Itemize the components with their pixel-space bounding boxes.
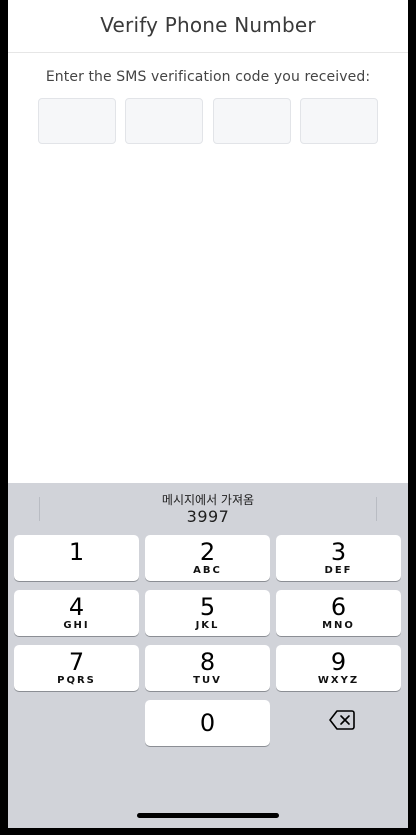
key-7-letters: PQRS <box>57 675 96 686</box>
key-3[interactable]: 3 DEF <box>276 535 401 581</box>
key-8-number: 8 <box>199 648 216 676</box>
key-9-number: 9 <box>330 648 347 676</box>
key-3-number: 3 <box>330 538 347 566</box>
suggestion-source-label: 메시지에서 가져옴 <box>161 493 255 507</box>
key-3-letters: DEF <box>324 565 353 576</box>
home-indicator[interactable] <box>137 813 279 818</box>
verify-phone-screen: Verify Phone Number Enter the SMS verifi… <box>8 0 408 828</box>
key-4[interactable]: 4 GHI <box>14 590 139 636</box>
backspace-icon[interactable] <box>329 710 355 730</box>
key-5-letters: JKL <box>195 620 220 631</box>
key-5[interactable]: 5 JKL <box>145 590 270 636</box>
key-6[interactable]: 6 MNO <box>276 590 401 636</box>
key-5-number: 5 <box>199 593 216 621</box>
key-2-letters: ABC <box>193 565 222 576</box>
key-6-letters: MNO <box>322 620 355 631</box>
key-1-number: 1 <box>68 538 85 566</box>
key-0[interactable]: 0 <box>145 700 270 746</box>
instruction-text: Enter the SMS verification code you rece… <box>45 69 371 85</box>
key-7-number: 7 <box>68 648 85 676</box>
key-8[interactable]: 8 TUV <box>145 645 270 691</box>
numeric-keyboard: 메시지에서 가져옴 3997 1 2 ABC 3 DEF 4 GHI 5 JKL… <box>8 483 408 828</box>
suggestion-divider-right <box>376 497 377 521</box>
key-8-letters: TUV <box>193 675 222 686</box>
key-9[interactable]: 9 WXYZ <box>276 645 401 691</box>
nav-header: Verify Phone Number <box>8 0 408 53</box>
page-title: Verify Phone Number <box>100 13 316 37</box>
key-6-number: 6 <box>330 593 347 621</box>
key-1[interactable]: 1 <box>14 535 139 581</box>
code-input-row <box>38 98 378 144</box>
key-0-number: 0 <box>199 709 216 737</box>
otp-suggestion-bar[interactable]: 메시지에서 가져옴 3997 <box>8 483 408 531</box>
code-digit-4[interactable] <box>300 98 378 144</box>
backspace-icon-glyph <box>329 710 355 730</box>
key-2-number: 2 <box>199 538 216 566</box>
key-9-letters: WXYZ <box>317 675 360 686</box>
key-7[interactable]: 7 PQRS <box>14 645 139 691</box>
key-2[interactable]: 2 ABC <box>145 535 270 581</box>
suggested-code[interactable]: 3997 <box>8 507 408 526</box>
key-4-number: 4 <box>68 593 85 621</box>
code-digit-2[interactable] <box>125 98 203 144</box>
code-digit-3[interactable] <box>213 98 291 144</box>
code-digit-1[interactable] <box>38 98 116 144</box>
key-4-letters: GHI <box>63 620 90 631</box>
